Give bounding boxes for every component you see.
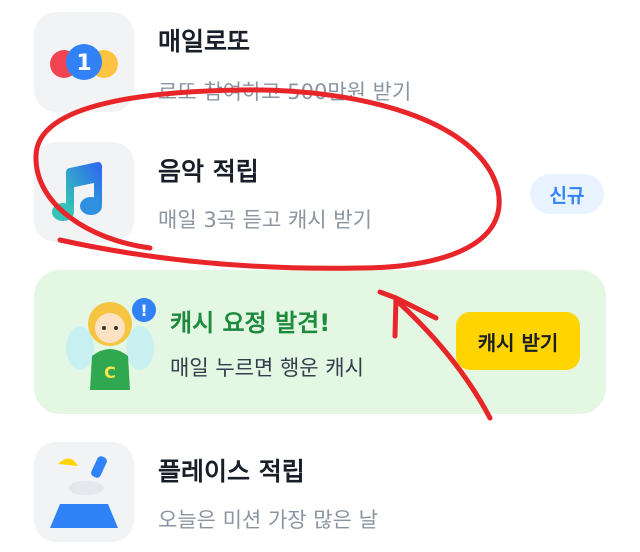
music-tile	[34, 142, 134, 242]
place-shapes-icon	[50, 456, 118, 528]
item-title: 매일로또	[158, 27, 251, 56]
list-item-place-reward[interactable]: 플레이스 적립 오늘은 미션 가장 많은 날	[0, 430, 640, 552]
fairy-alert-mark: !	[140, 301, 147, 320]
fairy-letter: C	[104, 363, 116, 382]
promo-title: 캐시 요정 발견!	[170, 309, 331, 337]
item-subtitle: 로또 참여하고 500만원 받기	[158, 80, 412, 104]
lotto-tile: 1	[34, 12, 134, 112]
list-item-daily-lotto[interactable]: 1 매일로또 로또 참여하고 500만원 받기	[0, 0, 640, 120]
lotto-balls-icon: 1	[50, 44, 118, 80]
place-tile	[34, 442, 134, 542]
music-note-icon	[52, 162, 102, 221]
item-subtitle: 오늘은 미션 가장 많은 날	[158, 508, 378, 532]
get-cash-button[interactable]: 캐시 받기	[456, 312, 580, 370]
lotto-number: 1	[76, 51, 91, 76]
promo-subtitle: 매일 누르면 행운 캐시	[170, 356, 364, 380]
new-badge: 신규	[530, 174, 604, 214]
item-title: 플레이스 적립	[158, 457, 305, 486]
cash-fairy-icon: C !	[66, 298, 156, 390]
item-title: 음악 적립	[158, 157, 259, 186]
item-subtitle: 매일 3곡 듣고 캐시 받기	[158, 208, 372, 232]
